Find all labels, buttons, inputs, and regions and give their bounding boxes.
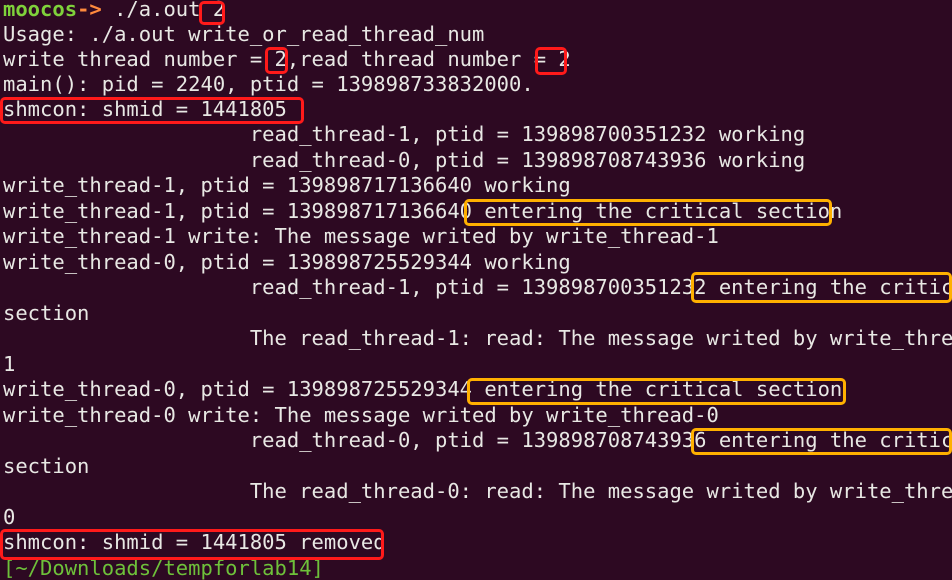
output-line: section [3, 301, 90, 325]
terminal-window[interactable]: moocos-> ./a.out 2 Usage: ./a.out write_… [0, 0, 952, 580]
prompt-arrow: -> [77, 0, 102, 21]
prompt-line: moocos-> ./a.out 2 [3, 0, 225, 22]
output-line: section [3, 454, 90, 478]
annotation-box-red [0, 97, 304, 124]
output-line: 0 [3, 505, 16, 529]
output-line: write_thread-1, ptid = 139898717136640 w… [3, 173, 571, 197]
annotation-box-red [265, 47, 288, 74]
output-line: main(): pid = 2240, ptid = 1398987338320… [3, 72, 534, 96]
output-line: write_thread-1 write: The message writed… [3, 224, 719, 248]
output-line: The read_thread-1: read: The message wri… [3, 326, 952, 350]
output-line: Usage: ./a.out write_or_read_thread_num [3, 22, 485, 46]
annotation-box-red [0, 529, 384, 560]
annotation-box-orange [691, 272, 952, 303]
annotation-box-red [199, 1, 225, 25]
output-line: read_thread-1, ptid = 139898700351232 wo… [3, 122, 806, 146]
output-line: write_thread-0, ptid = 139898725529344 w… [3, 250, 571, 274]
output-line: 1 [3, 352, 16, 376]
output-line: write_thread-0 write: The message writed… [3, 403, 719, 427]
prompt-command: ./a.out [101, 0, 213, 21]
prompt-user: moocos [3, 0, 78, 21]
output-line: The read_thread-0: read: The message wri… [3, 479, 952, 503]
annotation-box-orange [691, 428, 952, 455]
annotation-box-red [535, 47, 567, 75]
annotation-box-orange [464, 199, 832, 226]
annotation-box-orange [467, 378, 846, 405]
output-line: read_thread-0, ptid = 139898708743936 wo… [3, 148, 806, 172]
